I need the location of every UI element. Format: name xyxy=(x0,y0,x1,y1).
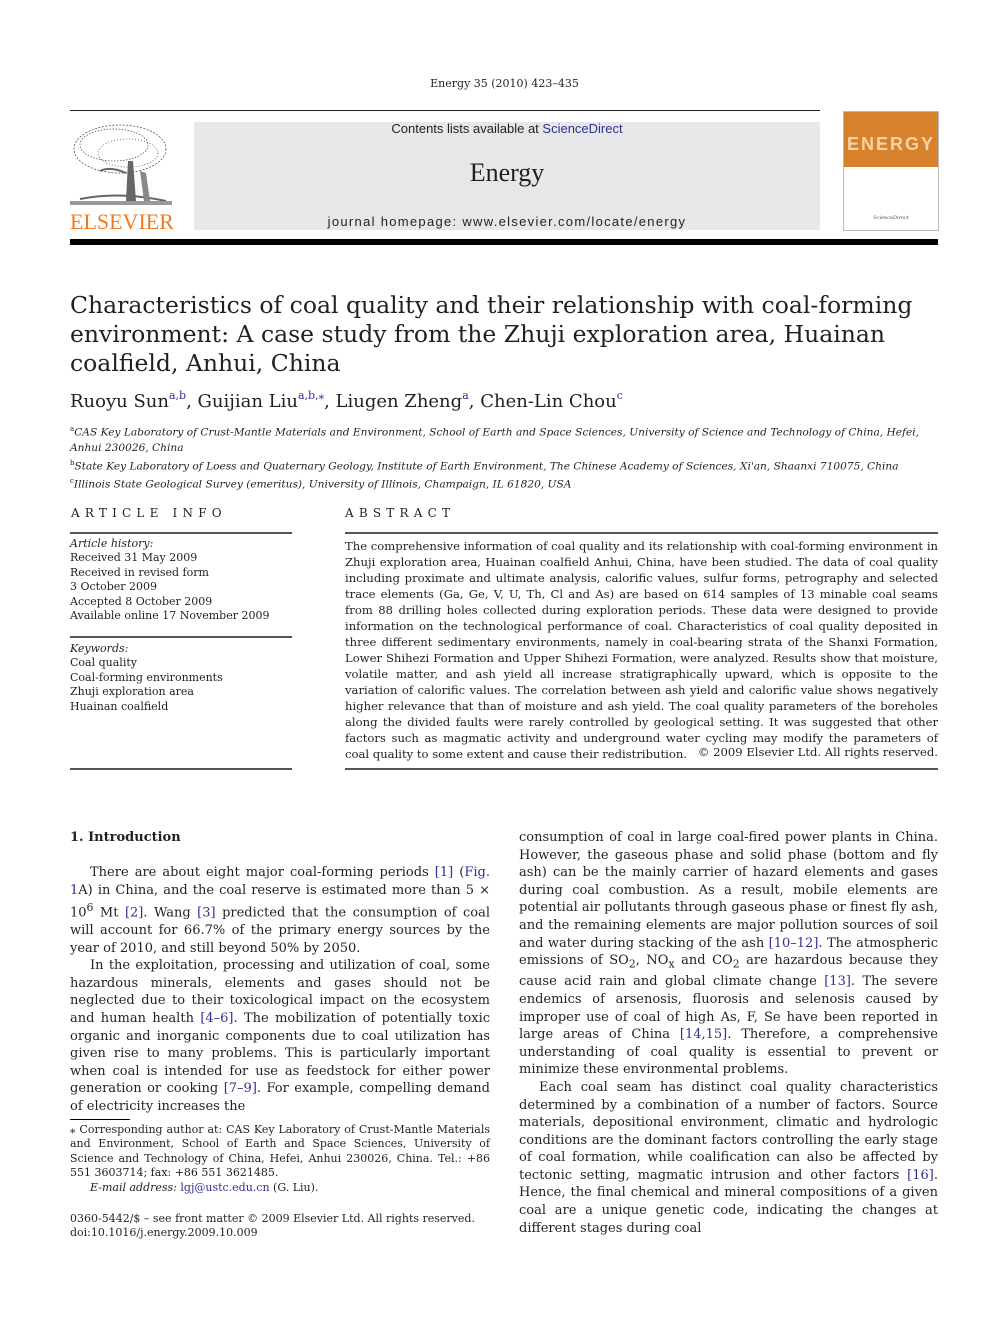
section-heading: 1. Introduction xyxy=(70,830,181,845)
history-item: Received in revised form xyxy=(70,565,209,579)
affiliation: aCAS Key Laboratory of Crust-Mantle Mate… xyxy=(70,422,940,456)
elsevier-wordmark: ELSEVIER xyxy=(70,209,174,234)
sciencedirect-link[interactable]: ScienceDirect xyxy=(542,121,622,136)
history-item: Accepted 8 October 2009 xyxy=(70,594,213,608)
keyword: Coal quality xyxy=(70,656,137,670)
keywords-label: Keywords: xyxy=(70,642,129,655)
abstract-heading: ABSTRACT xyxy=(345,506,456,520)
author-name[interactable]: Chen-Lin Chou xyxy=(480,391,617,412)
citation-link[interactable]: [1] xyxy=(435,865,453,880)
author-affiliation-mark[interactable]: c xyxy=(617,389,623,402)
text: There are about eight major coal-forming… xyxy=(90,865,435,880)
body-column-right: consumption of coal in large coal-fired … xyxy=(519,829,938,1237)
history-item: Available online 17 November 2009 xyxy=(70,609,270,623)
citation-link[interactable]: [2] xyxy=(125,906,143,921)
body-column-left: There are about eight major coal-forming… xyxy=(70,864,490,1116)
keyword: Zhuji exploration area xyxy=(70,685,194,699)
affiliation-text: Illinois State Geological Survey (emerit… xyxy=(73,478,572,491)
journal-name: Energy xyxy=(469,158,545,187)
divider xyxy=(70,532,292,534)
subscript: 2 xyxy=(732,957,740,971)
citation-link[interactable]: [13] xyxy=(824,974,851,989)
text: . Wang xyxy=(143,905,198,921)
author-list: Ruoyu Suna,b, Guijian Liua,b,⁎, Liugen Z… xyxy=(70,389,623,412)
citation-link[interactable]: [3] xyxy=(197,906,215,921)
author-name[interactable]: Ruoyu Sun xyxy=(70,391,169,412)
text: and CO xyxy=(674,953,733,969)
divider xyxy=(345,532,938,534)
elsevier-tree-icon xyxy=(70,124,172,205)
text: ( xyxy=(453,865,465,880)
citation-link[interactable]: [10–12] xyxy=(769,936,819,951)
text: Each coal seam has distinct coal quality… xyxy=(519,1079,938,1183)
journal-cover-thumbnail[interactable]: ENERGY ScienceDirect xyxy=(843,111,939,231)
issn-line: 0360-5442/$ – see front matter © 2009 El… xyxy=(70,1212,475,1225)
contents-line: Contents lists available at ScienceDirec… xyxy=(194,122,820,136)
affiliation-text: CAS Key Laboratory of Crust-Mantle Mater… xyxy=(70,426,919,454)
paragraph: Each coal seam has distinct coal quality… xyxy=(519,1079,938,1237)
keywords: Keywords: Coal quality Coal-forming envi… xyxy=(70,642,223,714)
doi-line[interactable]: doi:10.1016/j.energy.2009.10.009 xyxy=(70,1226,475,1240)
citation-link[interactable]: [14,15] xyxy=(680,1027,727,1042)
email-line: E-mail address: lgj@ustc.edu.cn (G. Liu)… xyxy=(70,1181,490,1195)
journal-reference: Energy 35 (2010) 423–435 xyxy=(430,77,579,90)
cover-footer: ScienceDirect xyxy=(873,215,909,221)
author-name[interactable]: Guijian Liu xyxy=(198,391,298,412)
author-affiliation-mark[interactable]: a,b xyxy=(169,389,186,402)
header-rule xyxy=(70,110,820,111)
email-label: E-mail address: xyxy=(90,1180,177,1194)
affiliations: aCAS Key Laboratory of Crust-Mantle Mate… xyxy=(70,422,940,493)
header-thick-rule xyxy=(70,239,938,245)
history-item: Received 31 May 2009 xyxy=(70,551,198,565)
issn-block: 0360-5442/$ – see front matter © 2009 El… xyxy=(70,1212,475,1241)
citation-link[interactable]: [7–9] xyxy=(224,1081,257,1096)
email-link[interactable]: lgj@ustc.edu.cn xyxy=(180,1181,269,1194)
citation-link[interactable]: [16] xyxy=(907,1168,934,1183)
history-item: 3 October 2009 xyxy=(70,580,158,594)
author-affiliation-mark[interactable]: a xyxy=(462,389,469,402)
abstract-copyright: © 2009 Elsevier Ltd. All rights reserved… xyxy=(697,745,938,759)
cover-title: ENERGY xyxy=(846,134,936,154)
text: Mt xyxy=(93,905,125,921)
abstract-text: The comprehensive information of coal qu… xyxy=(345,539,938,761)
footnote: ⁎ Corresponding author at: CAS Key Labor… xyxy=(70,1123,490,1195)
keyword: Coal-forming environments xyxy=(70,670,223,684)
article-info-heading: ARTICLE INFO xyxy=(71,506,227,520)
footnote-rule xyxy=(70,1119,130,1120)
contents-prefix: Contents lists available at xyxy=(391,121,543,136)
affiliation-text: State Key Laboratory of Loess and Quater… xyxy=(74,460,899,473)
journal-homepage-link[interactable]: journal homepage: www.elsevier.com/locat… xyxy=(194,214,820,229)
divider xyxy=(345,768,938,770)
paragraph: consumption of coal in large coal-fired … xyxy=(519,829,938,1079)
citation-link[interactable]: [4–6] xyxy=(200,1011,233,1026)
text: consumption of coal in large coal-fired … xyxy=(519,830,938,951)
divider xyxy=(70,768,292,770)
divider xyxy=(70,636,292,638)
journal-banner: Contents lists available at ScienceDirec… xyxy=(194,122,820,230)
email-suffix: (G. Liu). xyxy=(269,1180,319,1194)
author-affiliation-mark[interactable]: a,b,⁎ xyxy=(298,389,324,402)
article-history: Article history: Received 31 May 2009 Re… xyxy=(70,537,269,623)
paragraph: In the exploitation, processing and util… xyxy=(70,957,490,1115)
affiliation: bState Key Laboratory of Loess and Quate… xyxy=(70,456,940,475)
keyword: Huainan coalfield xyxy=(70,699,169,713)
article-title: Characteristics of coal quality and thei… xyxy=(70,291,913,377)
history-label: Article history: xyxy=(70,537,154,550)
subscript: 2 xyxy=(628,957,636,971)
text: , NO xyxy=(635,953,669,969)
corresponding-author-note: ⁎ Corresponding author at: CAS Key Labor… xyxy=(70,1123,490,1180)
author-name[interactable]: Liugen Zheng xyxy=(336,391,463,412)
affiliation: cIllinois State Geological Survey (emeri… xyxy=(70,474,940,493)
paragraph: There are about eight major coal-forming… xyxy=(70,864,490,957)
elsevier-logo[interactable]: ELSEVIER xyxy=(70,121,174,234)
